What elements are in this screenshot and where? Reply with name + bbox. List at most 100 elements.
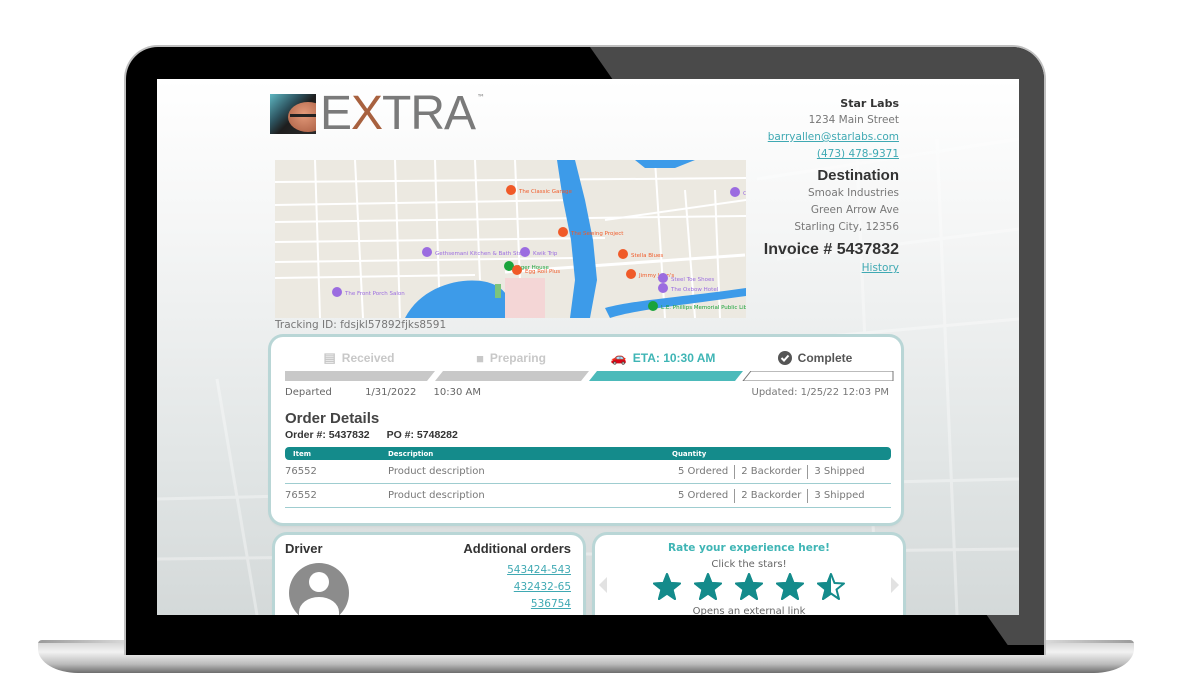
step-preparing: ■ Preparing: [435, 347, 587, 369]
sender-company: Star Labs: [840, 97, 899, 110]
step-label: ETA: 10:30 AM: [632, 351, 716, 365]
map-pin-label: Egg Roll Plus: [525, 269, 560, 275]
warehouse-icon: ■: [476, 350, 484, 366]
star-rating[interactable]: [595, 573, 903, 601]
logo-mark-icon: [270, 94, 316, 134]
column-header-quantity: Quantity: [672, 449, 707, 458]
map-pin[interactable]: [558, 227, 568, 237]
po-number: PO #: 5748282: [386, 429, 458, 441]
order-status-card: ▤ Received ■ Preparing 🚗 ETA: 10:30 AM C…: [271, 337, 901, 523]
progress-segment-received: [285, 371, 435, 381]
shipment-info: Star Labs 1234 Main Street barryallen@st…: [764, 95, 899, 277]
map-pin[interactable]: [730, 187, 740, 197]
destination-city: Starling City, 12356: [794, 221, 899, 233]
map-park: [495, 284, 501, 298]
sender-street: 1234 Main Street: [808, 114, 899, 126]
history-link[interactable]: History: [862, 262, 899, 274]
laptop-mockup: EXTRA ™ Star Labs 1234 Main Street barry…: [0, 0, 1200, 675]
tracking-id: Tracking ID: fdsjkl57892fjks8591: [275, 319, 447, 331]
qty-ordered: 5 Ordered: [678, 490, 729, 501]
map-pin[interactable]: [422, 247, 432, 257]
invoice-number: Invoice # 5437832: [763, 241, 899, 258]
status-progress-bar: [285, 371, 894, 381]
qty-backorder: 2 Backorder: [741, 466, 802, 477]
receipt-icon: ▤: [323, 350, 336, 365]
trademark: ™: [477, 93, 486, 102]
qty-ordered: 5 Ordered: [678, 466, 729, 477]
driver-avatar-icon: [289, 563, 349, 615]
additional-order-link[interactable]: 543424-543: [507, 562, 571, 579]
progress-segment-preparing: [435, 371, 589, 381]
qty-backorder: 2 Backorder: [741, 490, 802, 501]
sender-phone-link[interactable]: (473) 478-9371: [817, 148, 899, 160]
map-pin[interactable]: [506, 185, 516, 195]
additional-orders-title: Additional orders: [463, 541, 571, 556]
step-received: ▤ Received: [283, 347, 435, 369]
map-pin[interactable]: [512, 265, 522, 275]
star-full-icon[interactable]: [735, 573, 763, 601]
check-circle-icon: [777, 351, 792, 365]
star-full-icon[interactable]: [776, 573, 804, 601]
map-hospital-area: [505, 278, 545, 318]
star-full-icon[interactable]: [694, 573, 722, 601]
column-header-item: Item: [293, 449, 311, 458]
order-items-table: Item Description Quantity 76552 Product …: [285, 447, 891, 508]
cell-quantity: 5 Ordered 2 Backorder 3 Shipped: [672, 464, 891, 479]
car-icon: 🚗: [610, 350, 627, 365]
map-pin[interactable]: [648, 301, 658, 311]
progress-segment-eta: [589, 371, 743, 381]
progress-segment-complete: [742, 371, 894, 381]
destination-title: Destination: [817, 167, 899, 184]
extra-logo: EXTRA ™: [270, 87, 486, 140]
map-canvas: The Classic Garage The Sewing Project Geth…: [275, 160, 746, 318]
tracking-map[interactable]: The Classic Garage The Sewing Project Geth…: [275, 160, 746, 318]
map-pin-label: Steel Toe Shoes: [671, 277, 714, 283]
qty-shipped: 3 Shipped: [814, 466, 865, 477]
map-pin-label: The Sewing Project: [570, 231, 624, 237]
departed-date: 1/31/2022: [365, 387, 417, 398]
departed-time: 10:30 AM: [433, 387, 481, 398]
driver-card: Driver Additional orders 543424-543 4324…: [275, 535, 583, 615]
map-pin[interactable]: [626, 269, 636, 279]
table-row: 76552 Product description 5 Ordered 2 Ba…: [285, 484, 891, 508]
cell-description: Product description: [388, 490, 485, 501]
map-pin[interactable]: [658, 283, 668, 293]
map-pin-label: The Front Porch Salon: [344, 291, 405, 297]
rating-note: Opens an external link: [692, 606, 806, 615]
map-pin-label: The Classic Garage: [518, 189, 573, 195]
order-numbers: Order #: 5437832 PO #: 5748282: [285, 429, 472, 441]
step-complete: Complete: [739, 347, 891, 369]
destination-name: Smoak Industries: [808, 187, 899, 199]
order-details-title: Order Details: [285, 410, 380, 427]
cell-item: 76552: [285, 466, 317, 477]
rating-subtitle: Click the stars!: [711, 559, 787, 570]
star-half-icon[interactable]: [817, 573, 845, 601]
sender-email-link[interactable]: barryallen@starlabs.com: [768, 131, 899, 143]
map-pin[interactable]: [618, 249, 628, 259]
table-row: 76552 Product description 5 Ordered 2 Ba…: [285, 460, 891, 484]
map-pin-label: The Oxbow Hotel: [670, 287, 719, 293]
logo-text: EXTRA: [320, 87, 476, 140]
map-pin-label: Gethsemani Kitchen & Bath Store: [435, 251, 528, 257]
additional-order-link[interactable]: 432432-65: [507, 579, 571, 596]
departed-label: Departed: [285, 387, 332, 398]
additional-order-link[interactable]: 536754: [507, 596, 571, 613]
updated-timestamp: Updated: 1/25/22 12:03 PM: [751, 387, 890, 398]
cell-item: 76552: [285, 490, 317, 501]
departed-row: Departed 1/31/2022 10:30 AM: [285, 387, 495, 398]
status-steps: ▤ Received ■ Preparing 🚗 ETA: 10:30 AM C…: [283, 347, 891, 369]
cell-quantity: 5 Ordered 2 Backorder 3 Shipped: [672, 488, 891, 503]
map-pin-label: L.E. Phillips Memorial Public Library: [661, 305, 746, 311]
map-pin[interactable]: [658, 273, 668, 283]
cell-description: Product description: [388, 466, 485, 477]
additional-orders-list: 543424-543 432432-65 536754: [507, 562, 571, 613]
order-number: Order #: 5437832: [285, 429, 370, 441]
star-full-icon[interactable]: [653, 573, 681, 601]
map-pin[interactable]: [520, 247, 530, 257]
driver-title: Driver: [285, 541, 323, 556]
map-pin[interactable]: [332, 287, 342, 297]
qty-shipped: 3 Shipped: [814, 490, 865, 501]
map-pin-label: Stella Blues: [631, 253, 663, 259]
map-pin-label: Jimmy John's: [638, 273, 674, 279]
destination-street: Green Arrow Ave: [810, 204, 899, 216]
